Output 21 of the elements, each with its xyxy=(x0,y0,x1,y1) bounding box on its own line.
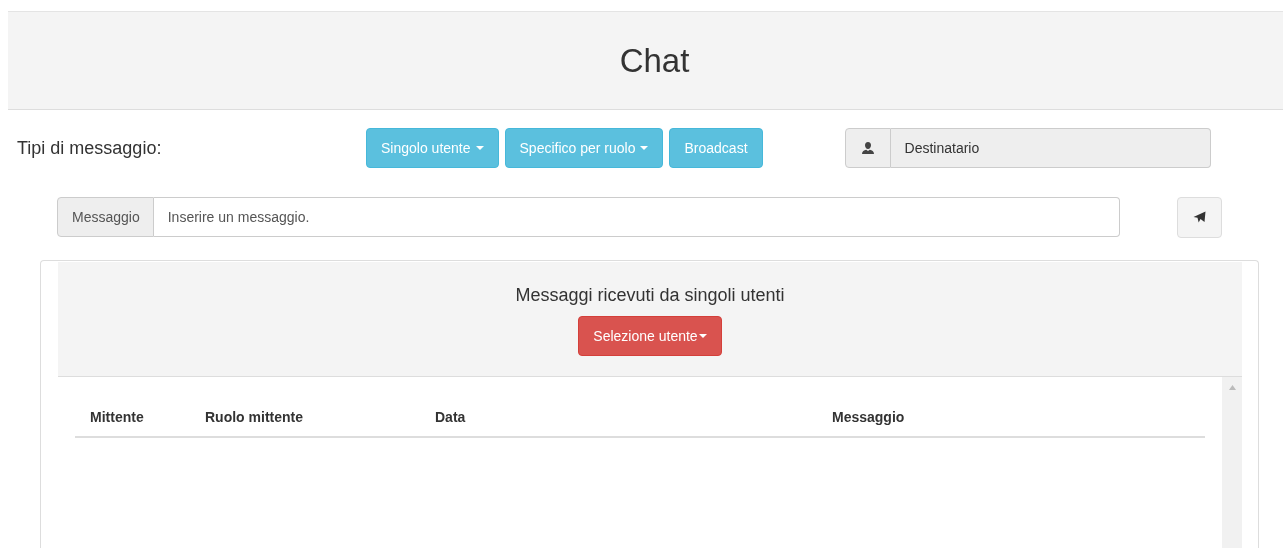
message-field[interactable]: Inserire un messaggio. xyxy=(153,197,1120,237)
paper-plane-icon xyxy=(1193,211,1206,223)
send-button[interactable] xyxy=(1177,196,1222,238)
dropdown-button[interactable]: Singolo utente xyxy=(366,128,499,168)
message-addon-label: Messaggio xyxy=(57,197,154,237)
column-header: Mittente xyxy=(89,408,145,427)
caret-icon xyxy=(475,146,484,150)
user-select-button[interactable]: Selezione utente xyxy=(578,316,722,356)
caret-icon xyxy=(640,146,649,150)
message-types-label: Tipi di messaggio: xyxy=(17,137,163,159)
user-icon xyxy=(860,141,875,155)
scroll-up-icon[interactable] xyxy=(1228,385,1236,390)
caret-icon xyxy=(698,334,707,338)
column-header: Messaggio xyxy=(831,408,906,427)
panel-title: Messaggi ricevuti da singoli utenti xyxy=(515,285,785,306)
message-type-button[interactable]: Broadcast xyxy=(669,128,763,168)
page-title: Chat xyxy=(619,41,690,80)
scrollbar[interactable] xyxy=(1222,377,1242,548)
column-header: Data xyxy=(434,408,467,427)
dropdown-button[interactable]: Specifico per ruolo xyxy=(504,128,664,168)
column-header: Ruolo mittente xyxy=(204,408,304,427)
